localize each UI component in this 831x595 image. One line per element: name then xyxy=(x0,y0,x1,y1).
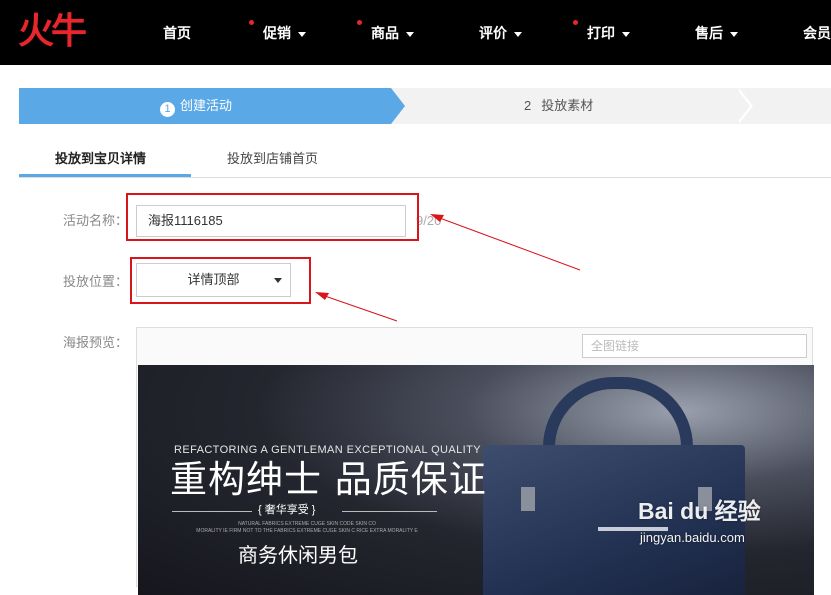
full-image-link-input[interactable]: 全图链接 xyxy=(582,334,807,358)
step-arrow-shape xyxy=(391,88,405,124)
nav-item-reviews[interactable]: 评价 xyxy=(479,24,522,42)
baidu-watermark: Bai du 经验 xyxy=(638,498,761,524)
poster-divider-left xyxy=(172,511,252,512)
active-tab-underline xyxy=(19,174,191,177)
nav-label: 会员 xyxy=(803,25,831,41)
step-label: 创建活动 xyxy=(180,98,233,113)
bag-buckle-shape xyxy=(521,487,535,511)
step-create-activity: 1 创建活动 xyxy=(19,88,391,124)
annotation-arrow-line xyxy=(436,216,581,271)
activity-name-label: 活动名称： xyxy=(63,213,129,228)
step-number-badge: 1 xyxy=(160,102,175,117)
step-number: 2 xyxy=(524,98,532,113)
nav-label: 售后 xyxy=(695,25,723,41)
top-nav-bar: 火牛 首页 促销 商品 评价 打印 售后 会员 xyxy=(0,0,831,65)
poster-preview-label: 海报预览： xyxy=(63,335,129,350)
poster-subtitle: { 奢华享受 } xyxy=(258,504,316,516)
poster-image[interactable]: REFACTORING A GENTLEMAN EXCEPTIONAL QUAL… xyxy=(138,365,814,595)
nav-label: 商品 xyxy=(371,25,399,41)
step-separator-inner xyxy=(736,88,750,124)
new-dot-badge xyxy=(357,20,362,25)
nav-item-home[interactable]: 首页 xyxy=(163,24,191,42)
chevron-down-icon xyxy=(406,31,414,37)
tab-shop-home[interactable]: 投放到店铺首页 xyxy=(227,151,318,167)
tab-item-detail[interactable]: 投放到宝贝详情 xyxy=(55,151,146,167)
poster-divider-right xyxy=(342,511,437,512)
step-label: 投放素材 xyxy=(541,98,594,113)
baidu-watermark-url: jingyan.baidu.com xyxy=(640,530,745,545)
nav-item-print[interactable]: 打印 xyxy=(573,20,630,42)
poster-fine-print: MORALITY IE FIRM NOT TO THE FABRICS EXTR… xyxy=(196,528,418,534)
nav-label: 首页 xyxy=(163,25,191,41)
step-place-materials: 2 投放素材 xyxy=(524,88,593,124)
nav-item-promotion[interactable]: 促销 xyxy=(249,20,306,42)
chevron-down-icon xyxy=(622,31,630,37)
annotation-arrow-line xyxy=(321,294,398,322)
chevron-down-icon xyxy=(298,31,306,37)
chevron-down-icon xyxy=(730,31,738,37)
arrowhead-icon xyxy=(315,292,329,300)
poster-preview-panel: 全图链接 REFACTORING A GENTLEMAN EXCEPTIONAL… xyxy=(136,327,814,595)
new-dot-badge xyxy=(249,20,254,25)
poster-fine-print: NATURAL FABRICS EXTREME CUGE SKIN CODE S… xyxy=(238,521,376,527)
placement-tabs: 投放到宝贝详情 投放到店铺首页 xyxy=(19,141,831,178)
character-counter: 9/20 xyxy=(416,213,442,228)
annotation-highlight-box xyxy=(130,257,311,304)
chevron-down-icon xyxy=(514,31,522,37)
watermark-text: Bai du 经验 xyxy=(638,498,761,524)
placement-position-label: 投放位置： xyxy=(63,274,129,289)
poster-caption: 商务休闲男包 xyxy=(238,545,358,567)
brand-logo[interactable]: 火牛 xyxy=(18,14,87,50)
step-progress-bar: 1 创建活动 2 投放素材 xyxy=(19,88,831,124)
annotation-highlight-box xyxy=(126,193,419,241)
nav-label: 评价 xyxy=(479,25,507,41)
poster-english-tagline: REFACTORING A GENTLEMAN EXCEPTIONAL QUAL… xyxy=(174,444,481,456)
nav-label: 打印 xyxy=(587,25,615,41)
nav-item-members[interactable]: 会员 xyxy=(803,24,831,42)
nav-label: 促销 xyxy=(263,25,291,41)
nav-item-after-sales[interactable]: 售后 xyxy=(695,24,738,42)
new-dot-badge xyxy=(573,20,578,25)
nav-item-products[interactable]: 商品 xyxy=(357,20,414,42)
poster-headline: 重构绅士 品质保证 xyxy=(170,458,487,501)
